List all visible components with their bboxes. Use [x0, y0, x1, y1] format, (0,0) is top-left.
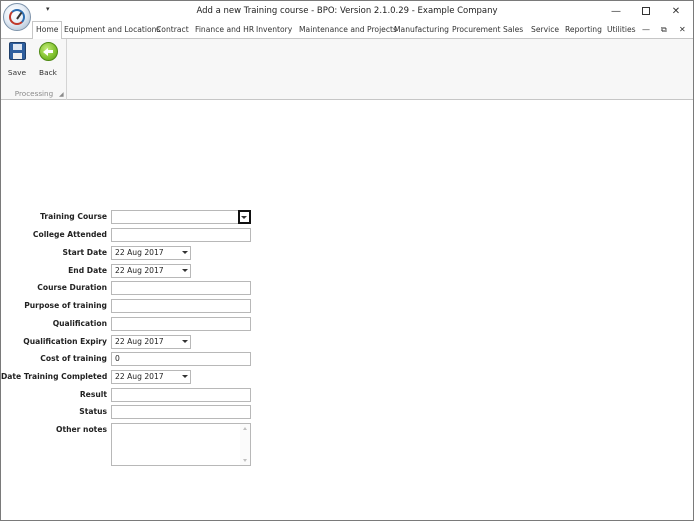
save-button[interactable]: Save [3, 41, 31, 77]
group-launcher-icon[interactable]: ◢ [59, 91, 64, 98]
training-course-combo[interactable] [111, 210, 251, 224]
date-training-completed-label: Date Training Completed [1, 372, 108, 381]
tab-inventory[interactable]: Inventory [256, 21, 292, 38]
minimize-icon: — [611, 6, 621, 17]
chevron-down-icon [182, 269, 188, 272]
save-icon-label [13, 53, 22, 59]
group-label-processing: Processing [14, 89, 54, 98]
app-logo-icon[interactable] [3, 3, 31, 31]
end-date-label: End Date [68, 266, 107, 275]
tab-contract[interactable]: Contract [156, 21, 189, 38]
start-date-label: Start Date [62, 248, 107, 257]
tab-utilities[interactable]: Utilities [607, 21, 636, 38]
close-button[interactable]: ✕ [661, 1, 691, 23]
back-arrow-shaft [47, 50, 53, 53]
chevron-down-icon [182, 340, 188, 343]
date-training-completed-picker[interactable]: 22 Aug 2017 [111, 370, 191, 384]
tab-service[interactable]: Service [531, 21, 559, 38]
tab-sales[interactable]: Sales [503, 21, 523, 38]
processing-group: Save Back Processing ◢ [1, 39, 67, 100]
back-button[interactable]: Back [34, 41, 62, 77]
ribbon-panel: Save Back Processing ◢ [1, 38, 693, 100]
end-date-picker[interactable]: 22 Aug 2017 [111, 264, 191, 278]
purpose-of-training-input[interactable] [111, 299, 251, 313]
ribbon-restore-icon[interactable]: ⧉ [661, 21, 667, 38]
tab-equipment-and-locations[interactable]: Equipment and Locations [64, 21, 160, 38]
window-title: Add a new Training course - BPO: Version… [196, 6, 498, 16]
course-duration-label: Course Duration [37, 283, 107, 292]
tab-manufacturing[interactable]: Manufacturing [394, 21, 449, 38]
save-icon [9, 42, 26, 60]
college-attended-input[interactable] [111, 228, 251, 242]
chevron-down-icon [182, 251, 188, 254]
chevron-down-icon [182, 375, 188, 378]
qualification-label: Qualification [52, 319, 107, 328]
purpose-of-training-label: Purpose of training [24, 301, 107, 310]
result-input[interactable] [111, 388, 251, 402]
tab-home[interactable]: Home [32, 21, 63, 39]
training-course-dropdown-button[interactable] [238, 210, 251, 224]
maximize-button[interactable] [631, 1, 661, 23]
qualification-expiry-picker[interactable]: 22 Aug 2017 [111, 335, 191, 349]
minimize-button[interactable]: — [601, 1, 631, 23]
date-training-completed-value: 22 Aug 2017 [115, 372, 164, 381]
course-duration-input[interactable] [111, 281, 251, 295]
save-icon-shutter [13, 44, 22, 50]
qualification-input[interactable] [111, 317, 251, 331]
other-notes-label: Other notes [56, 425, 107, 434]
ribbon-tabs: Home Equipment and Locations Contract Fi… [1, 21, 693, 39]
cost-of-training-input[interactable]: 0 [111, 352, 251, 366]
tab-reporting[interactable]: Reporting [565, 21, 602, 38]
save-button-label: Save [7, 68, 27, 77]
start-date-value: 22 Aug 2017 [115, 248, 164, 257]
end-date-value: 22 Aug 2017 [115, 266, 164, 275]
maximize-icon [642, 7, 650, 15]
qualification-expiry-label: Qualification Expiry [23, 337, 107, 346]
cost-of-training-label: Cost of training [40, 354, 107, 363]
start-date-picker[interactable]: 22 Aug 2017 [111, 246, 191, 260]
status-label: Status [79, 407, 107, 416]
back-arrow-icon [39, 42, 58, 61]
result-label: Result [79, 390, 107, 399]
status-input[interactable] [111, 405, 251, 419]
close-icon: ✕ [671, 6, 681, 17]
college-attended-label: College Attended [32, 230, 107, 239]
tab-maintenance-and-projects[interactable]: Maintenance and Projects [299, 21, 397, 38]
tab-procurement[interactable]: Procurement [452, 21, 501, 38]
scroll-down-icon[interactable] [243, 459, 247, 462]
back-button-label: Back [39, 68, 57, 77]
scroll-up-icon[interactable] [243, 427, 247, 430]
ribbon-close-icon[interactable]: ✕ [679, 21, 686, 38]
notes-scrollbar[interactable] [240, 424, 250, 465]
qualification-expiry-value: 22 Aug 2017 [115, 337, 164, 346]
ribbon-minimize-icon[interactable]: — [642, 21, 650, 38]
other-notes-textarea[interactable] [111, 423, 251, 466]
tab-finance-and-hr[interactable]: Finance and HR [195, 21, 254, 38]
application-window: ▾ Add a new Training course - BPO: Versi… [0, 0, 694, 521]
chevron-down-icon [241, 216, 247, 219]
training-course-label: Training Course [40, 212, 107, 221]
title-bar: ▾ Add a new Training course - BPO: Versi… [1, 1, 693, 23]
